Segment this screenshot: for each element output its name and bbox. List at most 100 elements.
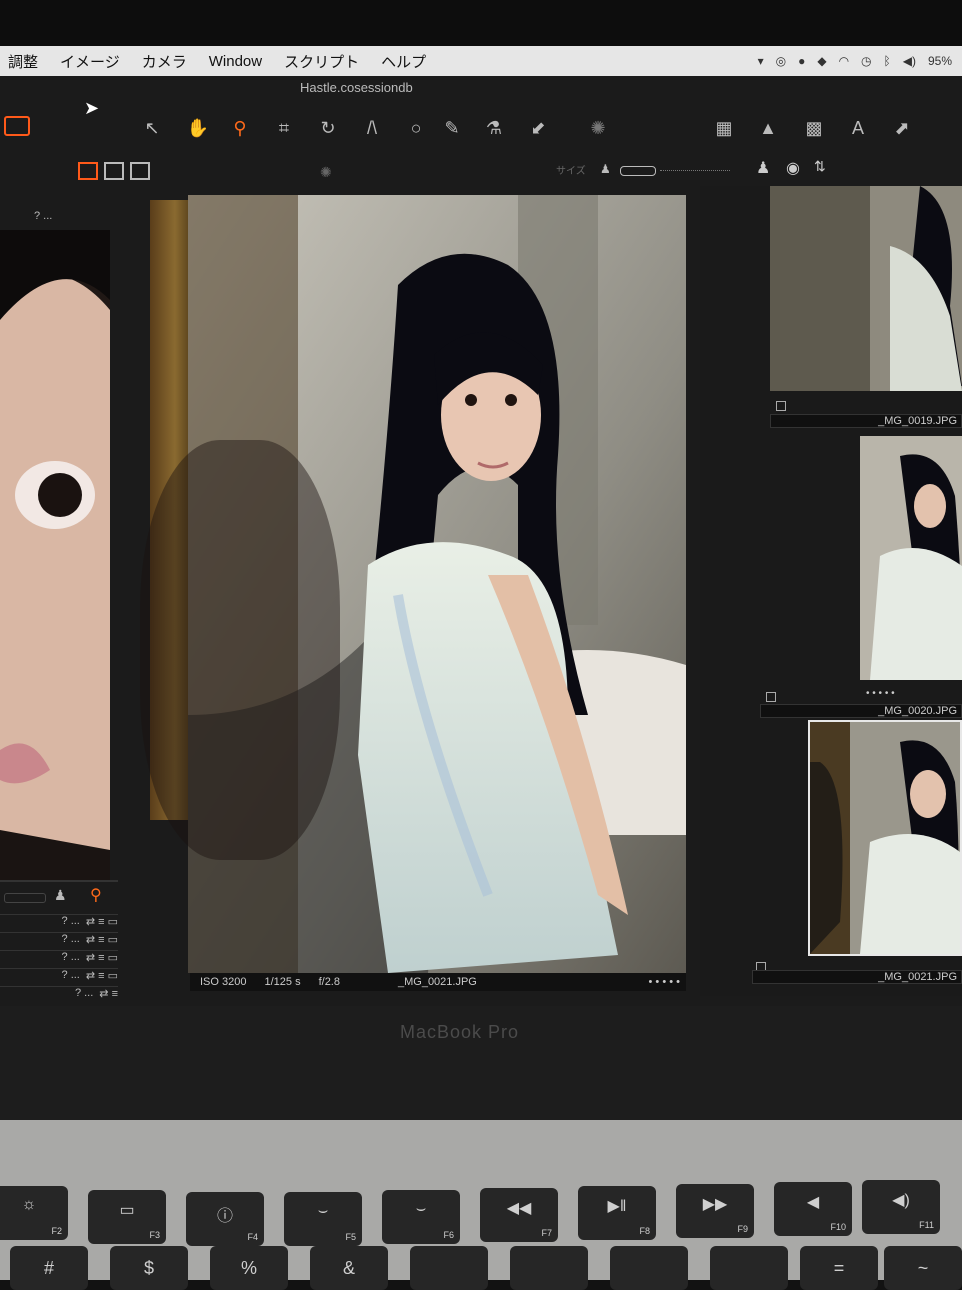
thumbnail[interactable] <box>860 436 962 680</box>
bluetooth-icon[interactable]: ᛒ <box>884 54 891 68</box>
picker-icon[interactable]: ⚗ <box>482 116 506 140</box>
spinner-small-icon: ✺ <box>320 164 332 180</box>
grid-view-button[interactable] <box>78 162 98 180</box>
thumbnail-image <box>860 436 962 680</box>
left-panel-row[interactable]: ? ... ⇄ ≡ ▭ <box>0 932 118 949</box>
thumbnail-rating[interactable]: • • • • • <box>866 688 895 699</box>
dropbox-icon[interactable]: ▾ <box>758 54 764 68</box>
key-f8[interactable]: ▶‖ F8 <box>578 1186 656 1240</box>
key-f10[interactable]: ◀ F10 <box>774 1182 852 1236</box>
circle-icon[interactable]: ○ <box>404 116 428 140</box>
mute-icon: ◀ <box>806 1194 820 1211</box>
volume-status-icon[interactable]: ◀) <box>903 54 916 68</box>
text-icon[interactable]: A <box>846 116 870 140</box>
mouse-cursor-icon: ➤ <box>84 98 100 118</box>
single-view-button[interactable] <box>104 162 124 180</box>
key-3[interactable]: # <box>10 1246 88 1290</box>
viewer-rating[interactable]: • • • • • <box>649 976 680 988</box>
warning-icon[interactable]: ▲ <box>756 116 780 140</box>
evernote-icon[interactable]: ◆ <box>817 54 826 68</box>
app-icon[interactable]: ● <box>798 54 805 68</box>
key-f6[interactable]: ⌣ F6 <box>382 1190 460 1244</box>
left-zoom-icon[interactable]: ⚲ <box>90 885 102 905</box>
iso-value: ISO 3200 <box>200 976 247 988</box>
key-f3[interactable]: ▭ F3 <box>88 1190 166 1244</box>
pointer-icon[interactable]: ↖ <box>140 116 164 140</box>
row-label: ? ... <box>61 915 80 927</box>
crop-icon[interactable]: ⌗ <box>272 116 296 140</box>
key-label: F6 <box>443 1230 454 1240</box>
screen-reflection <box>140 440 340 860</box>
menu-help[interactable]: ヘルプ <box>381 51 426 72</box>
tools-icon: ⇄ ≡ <box>99 988 118 1000</box>
left-panel-slider[interactable] <box>4 893 46 903</box>
viewer-info-bar: ISO 3200 1/125 s f/2.8 _MG_0021.JPG • • … <box>190 973 686 991</box>
thumbnail-filename: _MG_0019.JPG <box>770 414 962 428</box>
key-equals[interactable]: = <box>800 1246 878 1290</box>
status-area: ▾ ◎ ● ◆ ◠ ◷ ᛒ ◀) 95% <box>758 46 952 76</box>
thumbnail-image <box>810 722 960 954</box>
volume-icon: ◀) <box>892 1192 910 1209</box>
hand-icon[interactable]: ✋ <box>186 116 210 140</box>
workspace-icon[interactable] <box>4 116 30 136</box>
rotate-icon[interactable]: ↻ <box>316 116 340 140</box>
thumbnail-image <box>770 186 962 391</box>
key-f4[interactable]: ⓘ F4 <box>186 1192 264 1246</box>
menu-script[interactable]: スクリプト <box>284 51 359 72</box>
thumbnail-checkbox[interactable] <box>766 692 776 702</box>
left-panel-row[interactable]: ? ... ⇄ ≡ <box>0 986 118 1003</box>
left-panel-row[interactable]: ? ... ⇄ ≡ ▭ <box>0 968 118 985</box>
sort-icon[interactable]: ⇅ <box>814 158 826 175</box>
slider-track <box>660 170 730 171</box>
brush-icon[interactable]: ✎ <box>440 116 464 140</box>
kbd-light-down-icon: ⌣ <box>317 1202 329 1219</box>
thumbnail-filename: _MG_0021.JPG <box>752 970 962 984</box>
user-icon[interactable]: ♟ <box>756 158 770 178</box>
key-f5[interactable]: ⌣ F5 <box>284 1192 362 1246</box>
arrow-icon[interactable]: ⬈ <box>890 116 914 140</box>
thumbnail[interactable] <box>770 186 962 391</box>
thumbnail-checkbox[interactable] <box>776 401 786 411</box>
key-5[interactable]: % <box>210 1246 288 1290</box>
left-panel-row[interactable]: ? ... ⇄ ≡ ▭ <box>0 950 118 967</box>
keystone-icon[interactable]: /\ <box>360 116 384 140</box>
key-6[interactable]: & <box>310 1246 388 1290</box>
grid-icon[interactable]: ▦ <box>712 116 736 140</box>
left-person-icon[interactable]: ♟ <box>54 887 67 904</box>
left-photo-image <box>0 230 110 880</box>
crosshair-icon[interactable]: ▩ <box>802 116 826 140</box>
menu-window[interactable]: Window <box>209 53 262 70</box>
menu-image[interactable]: イメージ <box>60 51 120 72</box>
left-panel-row[interactable]: ? ... ⇄ ≡ ▭ <box>0 914 118 931</box>
wifi-icon[interactable]: ◠ <box>839 54 849 68</box>
thumbnail-selected[interactable] <box>808 720 962 956</box>
menu-adjust[interactable]: 調整 <box>8 51 38 72</box>
creative-cloud-icon[interactable]: ◎ <box>776 54 786 68</box>
eye-icon[interactable]: ◉ <box>786 158 800 178</box>
fit-view-button[interactable] <box>130 162 150 180</box>
rewind-icon: ◀◀ <box>506 1200 532 1217</box>
time-machine-icon[interactable]: ◷ <box>861 54 871 68</box>
tools-icon: ⇄ ≡ ▭ <box>85 970 118 982</box>
info-icon: ⓘ <box>216 1208 233 1225</box>
key-tilde[interactable]: ~ <box>884 1246 962 1290</box>
key-0[interactable] <box>710 1246 788 1290</box>
eraser-icon[interactable]: ⬋ <box>526 116 550 140</box>
key-8[interactable] <box>510 1246 588 1290</box>
left-panel-help[interactable]: ? ... <box>34 210 52 222</box>
battery-percent[interactable]: 95% <box>928 54 952 68</box>
key-7[interactable] <box>410 1246 488 1290</box>
key-label: F4 <box>247 1232 258 1242</box>
menu-camera[interactable]: カメラ <box>142 51 187 72</box>
size-slider[interactable] <box>620 166 656 176</box>
key-9[interactable] <box>610 1246 688 1290</box>
key-f11[interactable]: ◀) F11 <box>862 1180 940 1234</box>
key-label: F7 <box>541 1228 552 1238</box>
key-f7[interactable]: ◀◀ F7 <box>480 1188 558 1242</box>
spinner-icon: ✺ <box>590 118 606 138</box>
key-f2[interactable]: ☼ F2 <box>0 1186 68 1240</box>
key-f9[interactable]: ▶▶ F9 <box>676 1184 754 1238</box>
key-4[interactable]: $ <box>110 1246 188 1290</box>
zoom-icon[interactable]: ⚲ <box>228 116 252 140</box>
person-icon: ♟ <box>600 162 611 176</box>
